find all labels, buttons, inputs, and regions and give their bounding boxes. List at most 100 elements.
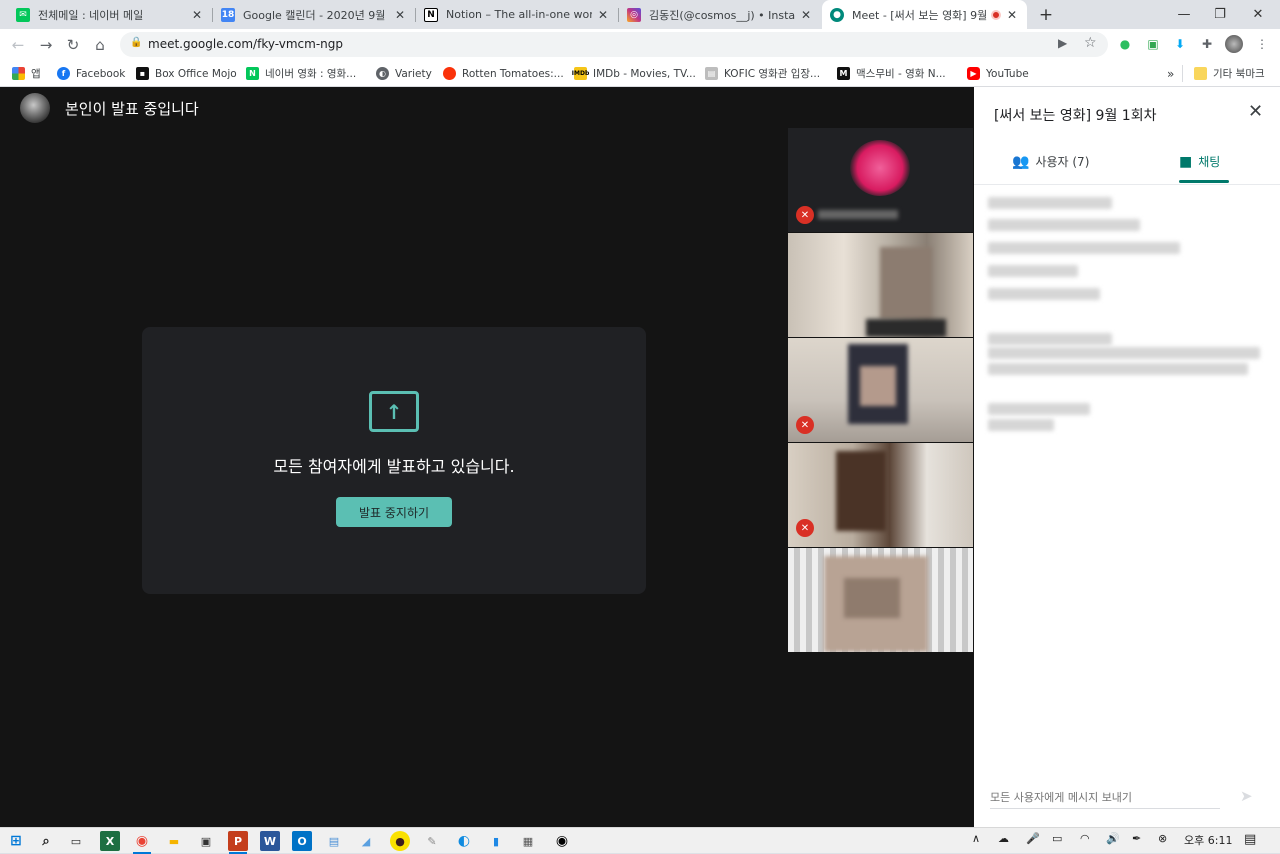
meeting-title: [써서 보는 영화] 9월 1회차 xyxy=(994,108,1157,124)
cloud-icon[interactable]: ☁ xyxy=(998,832,1009,845)
participant-tile[interactable]: ✕ xyxy=(788,128,973,232)
windows-start-icon[interactable]: ⊞ xyxy=(6,831,26,851)
microphone-icon[interactable]: 🎤 xyxy=(1026,832,1040,845)
app-icon[interactable]: ▤ xyxy=(324,831,344,851)
profile-avatar[interactable] xyxy=(1225,35,1243,53)
close-panel-icon[interactable]: ✕ xyxy=(1248,101,1263,122)
menu-kebab-icon[interactable]: ⋮ xyxy=(1254,36,1270,52)
app-icon[interactable]: ◉ xyxy=(552,831,572,851)
reload-icon[interactable]: ↻ xyxy=(62,34,84,56)
bookmark-naver-movie[interactable]: N 네이버 영화 : 영화... xyxy=(246,65,356,82)
phone-icon[interactable]: ▮ xyxy=(486,831,506,851)
participant-tiles: ✕ ✕ ✕ xyxy=(788,128,973,653)
close-tab-icon[interactable]: ✕ xyxy=(596,8,610,22)
bookmark-rotten-tomatoes[interactable]: Rotten Tomatoes:... xyxy=(443,65,564,82)
bookmark-label: Variety xyxy=(395,67,432,80)
clock-time[interactable]: 오후 6:11 xyxy=(1184,832,1232,848)
bookmark-label: Rotten Tomatoes:... xyxy=(462,67,564,80)
stop-presenting-button[interactable]: 발표 중지하기 xyxy=(336,497,452,527)
close-tab-icon[interactable]: ✕ xyxy=(799,8,813,22)
store-icon[interactable]: ▣ xyxy=(196,831,216,851)
participant-tile[interactable] xyxy=(788,548,973,652)
bookmark-variety[interactable]: ◐ Variety xyxy=(376,65,432,82)
bookmark-label: Box Office Mojo xyxy=(155,67,237,80)
bookmark-youtube[interactable]: ▶ YouTube xyxy=(967,65,1029,82)
tab-instagram[interactable]: ◎ 김동진(@cosmos__j) • Instagram ✕ xyxy=(619,0,821,29)
chrome-icon[interactable]: ◉ xyxy=(132,831,152,854)
star-icon[interactable]: ☆ xyxy=(1084,35,1097,51)
tab-notion[interactable]: N Notion – The all-in-one workspace ✕ xyxy=(416,0,618,29)
powerpoint-icon[interactable]: P xyxy=(228,831,248,854)
app-icon[interactable]: ✎ xyxy=(422,831,442,851)
people-icon: 👥 xyxy=(1012,153,1030,170)
excel-icon[interactable]: X xyxy=(100,831,120,851)
send-icon[interactable]: ➤ xyxy=(1240,787,1253,805)
wifi-icon[interactable]: ◠ xyxy=(1080,832,1090,845)
app-icon[interactable]: ◢ xyxy=(356,831,376,851)
task-view-icon[interactable]: ▭ xyxy=(66,831,86,851)
chat-message-blurred xyxy=(988,219,1140,231)
new-tab-button[interactable]: + xyxy=(1028,0,1064,29)
notification-icon[interactable]: ▤ xyxy=(1244,832,1256,847)
minimize-window-button[interactable]: — xyxy=(1166,0,1202,29)
bookmark-apps[interactable]: 앱 xyxy=(12,65,41,82)
calculator-icon[interactable]: ▦ xyxy=(518,831,538,851)
chat-message-input[interactable] xyxy=(990,787,1220,809)
evernote-icon[interactable]: ● xyxy=(1117,36,1133,52)
other-bookmarks-folder[interactable]: 기타 북마크 xyxy=(1182,65,1265,82)
bookmarks-overflow-button[interactable]: » xyxy=(1167,65,1174,82)
outlook-icon[interactable]: O xyxy=(292,831,312,851)
close-tab-icon[interactable]: ✕ xyxy=(393,8,407,22)
bookmark-maxmovie[interactable]: M 맥스무비 - 영화 N... xyxy=(837,65,946,82)
participant-tile[interactable]: ✕ xyxy=(788,338,973,442)
imdb-icon: IMDb xyxy=(572,67,589,80)
home-icon[interactable]: ⌂ xyxy=(89,34,111,56)
close-tab-icon[interactable]: ✕ xyxy=(190,8,204,22)
file-explorer-icon[interactable]: ▬ xyxy=(164,831,184,851)
bookmark-label: 기타 북마크 xyxy=(1213,68,1265,80)
close-tab-icon[interactable]: ✕ xyxy=(1005,8,1019,22)
bookmark-imdb[interactable]: IMDb IMDb - Movies, TV... xyxy=(572,65,696,82)
participant-avatar xyxy=(850,140,910,196)
participant-tile[interactable] xyxy=(788,233,973,337)
extension-icon[interactable]: ▣ xyxy=(1145,36,1161,52)
maxmovie-icon: M xyxy=(837,67,850,80)
restore-window-button[interactable]: ❐ xyxy=(1202,0,1238,29)
participant-video-blurred xyxy=(866,319,946,337)
close-window-button[interactable]: ✕ xyxy=(1240,0,1276,29)
instagram-icon: ◎ xyxy=(627,7,641,22)
tab-naver-mail[interactable]: ✉ 전체메일 : 네이버 메일 ✕ xyxy=(8,0,212,29)
present-screen-icon: ↑ xyxy=(369,391,419,432)
notion-icon: N xyxy=(424,7,438,22)
bookmark-box-office-mojo[interactable]: ▪ Box Office Mojo xyxy=(136,65,237,82)
tab-google-calendar[interactable]: 18 Google 캘린더 - 2020년 9월 ✕ xyxy=(213,0,415,29)
bookmark-facebook[interactable]: f Facebook xyxy=(57,65,125,82)
google-meet-icon: ● xyxy=(830,7,844,22)
tab-people[interactable]: 👥 사용자 (7) xyxy=(1012,153,1089,170)
lock-icon: 🔒 xyxy=(130,37,143,48)
overflow-chevron-icon: » xyxy=(1167,66,1175,81)
tab-chat[interactable]: ■ 채팅 xyxy=(1179,153,1220,170)
word-icon[interactable]: W xyxy=(260,831,280,851)
bookmark-kofic[interactable]: ▤ KOFIC 영화관 입장... xyxy=(705,65,820,82)
disconnected-icon[interactable]: ⊗ xyxy=(1158,832,1167,845)
participant-tile[interactable]: ✕ xyxy=(788,443,973,547)
pen-icon[interactable]: ✒ xyxy=(1132,832,1141,845)
show-hidden-icons-icon[interactable]: ∧ xyxy=(972,832,980,845)
edge-icon[interactable]: ◐ xyxy=(454,831,474,851)
puzzle-icon[interactable]: ✚ xyxy=(1199,36,1215,52)
folder-icon xyxy=(1194,67,1207,80)
download-icon[interactable]: ⬇ xyxy=(1172,36,1188,52)
kakaotalk-icon[interactable]: ● xyxy=(390,831,410,851)
mic-off-icon: ✕ xyxy=(796,206,814,224)
back-arrow-icon[interactable]: ← xyxy=(7,34,29,56)
battery-icon[interactable]: ▭ xyxy=(1052,832,1062,845)
naver-mail-icon: ✉ xyxy=(16,7,30,22)
volume-icon[interactable]: 🔊 xyxy=(1106,832,1120,845)
tab-title: 전체메일 : 네이버 메일 xyxy=(38,8,144,22)
tab-google-meet[interactable]: ● Meet - [써서 보는 영화] 9월 ✕ xyxy=(822,0,1027,29)
camera-icon[interactable]: ▶ xyxy=(1058,36,1067,50)
address-bar[interactable]: 🔒 meet.google.com/fky-vmcm-ngp ▶ ☆ xyxy=(120,32,1108,57)
forward-arrow-icon[interactable]: → xyxy=(35,34,57,56)
search-icon[interactable]: ⌕ xyxy=(36,831,56,851)
